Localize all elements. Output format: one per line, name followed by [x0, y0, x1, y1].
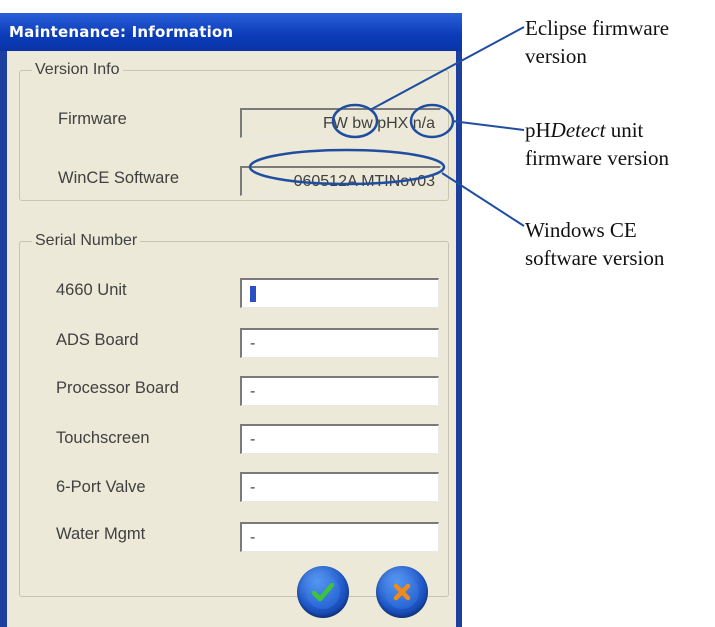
- phdetect-firmware-annotation: pHDetect unit firmware version: [525, 116, 669, 172]
- windows-ce-annotation-line1: Windows CE: [525, 218, 637, 242]
- windows-ce-annotation-line2: software version: [525, 246, 665, 270]
- callout-overlay: [248, 26, 525, 227]
- eclipse-annotation-line1: Eclipse firmware: [525, 16, 670, 40]
- eclipse-leader-line: [369, 26, 525, 111]
- phdetect-annotation-line1: pHDetect unit: [525, 116, 669, 144]
- windows-ce-leader-line: [441, 172, 525, 227]
- wince-version-highlight: [248, 148, 446, 186]
- phdetect-version-highlight: [409, 103, 455, 139]
- phdetect-annotation-line2: firmware version: [525, 146, 670, 170]
- phdetect-suffix: unit: [605, 118, 644, 142]
- windows-ce-annotation: Windows CE software version: [525, 216, 664, 272]
- eclipse-annotation-line2: version: [525, 44, 587, 68]
- phdetect-italic: Detect: [550, 118, 606, 142]
- phdetect-prefix: pH: [525, 118, 551, 142]
- phdetect-leader-line: [451, 120, 525, 131]
- eclipse-firmware-annotation: Eclipse firmware version: [525, 14, 669, 70]
